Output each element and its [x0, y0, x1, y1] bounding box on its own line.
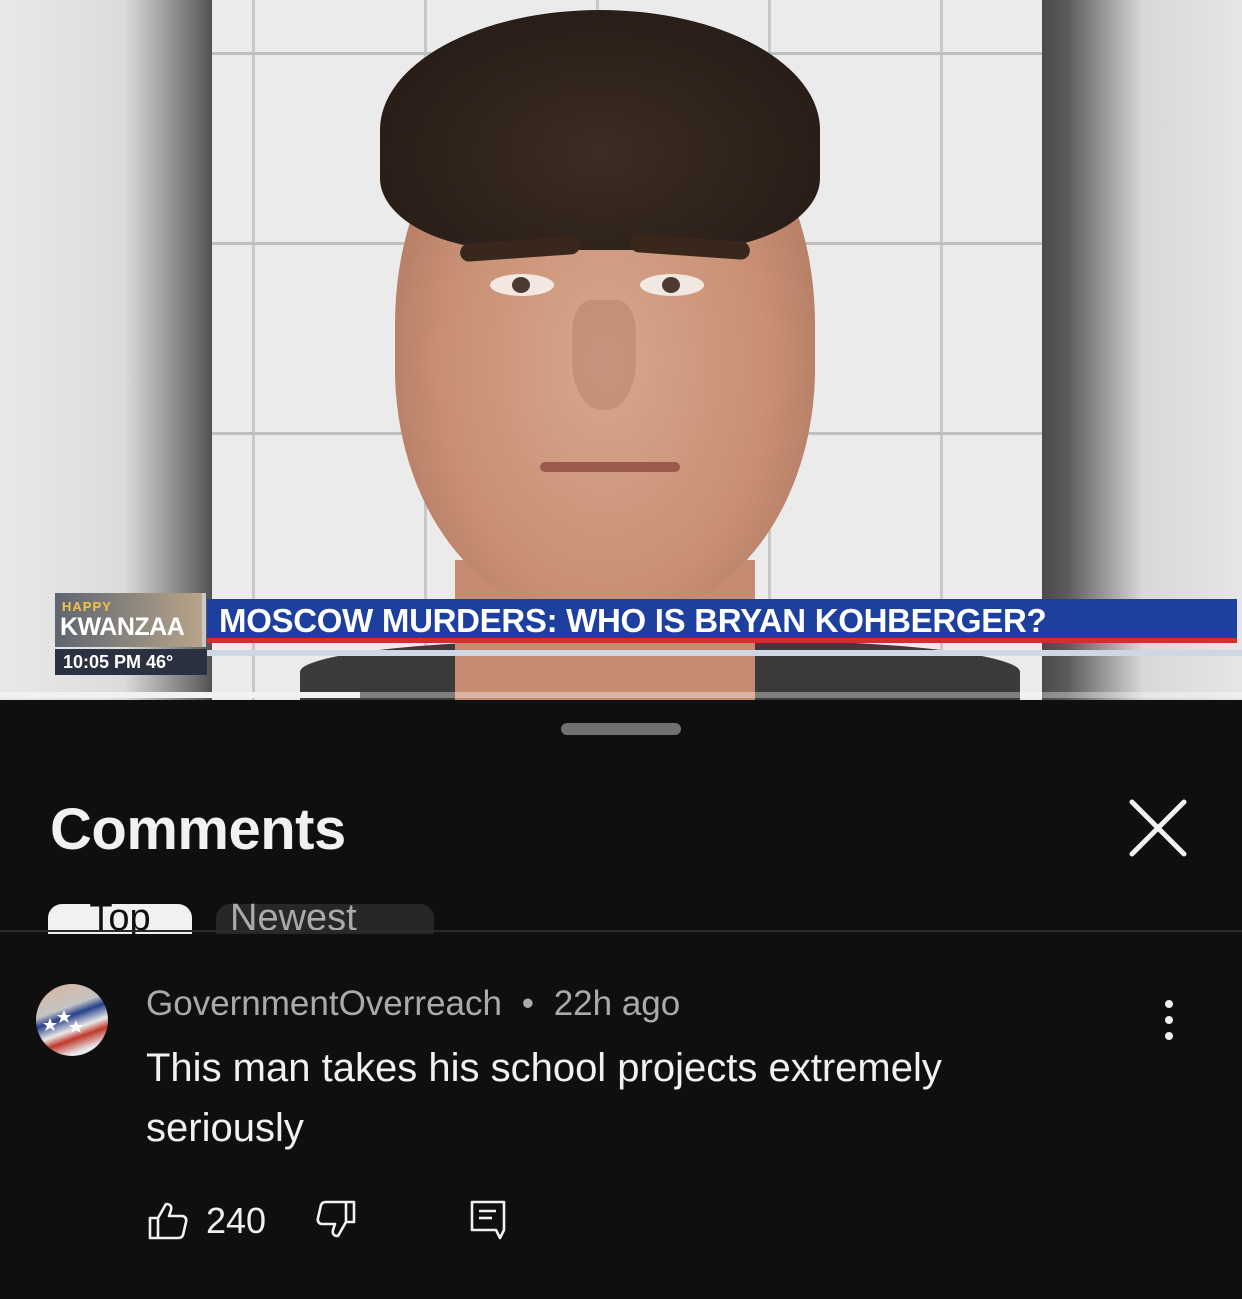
reply-icon [470, 1200, 506, 1240]
right-eye [640, 274, 704, 296]
holiday-badge: HAPPY KWANZAA [55, 593, 206, 647]
thumbs-up-icon [148, 1202, 188, 1240]
comment-more-button[interactable] [1148, 996, 1190, 1044]
sheet-drag-handle[interactable] [561, 723, 681, 735]
headline-underline [207, 650, 1242, 656]
chips-divider [0, 930, 1242, 932]
comment-author[interactable]: GovernmentOverreach [146, 984, 502, 1023]
news-headline: MOSCOW MURDERS: WHO IS BRYAN KOHBERGER? [207, 599, 1237, 643]
person-nose [572, 300, 636, 410]
comment-meta: GovernmentOverreach • 22h ago [146, 984, 680, 1024]
comments-title: Comments [50, 797, 346, 862]
holiday-badge-kwanzaa: KWANZAA [60, 613, 185, 641]
thumbs-down-icon [316, 1200, 356, 1238]
news-lower-third: HAPPY KWANZAA MOSCOW MURDERS: WHO IS BRY… [55, 593, 1242, 675]
comment-item: GovernmentOverreach • 22h ago This man t… [0, 960, 1242, 1280]
video-player[interactable]: HAPPY KWANZAA MOSCOW MURDERS: WHO IS BRY… [0, 0, 1242, 700]
holiday-badge-happy: HAPPY [62, 599, 112, 614]
reply-button[interactable] [466, 1198, 510, 1242]
left-eye [490, 274, 554, 296]
close-button[interactable] [1118, 788, 1198, 868]
meta-separator: • [521, 984, 534, 1023]
flag-avatar-icon [43, 1010, 83, 1033]
time-temperature: 10:05 PM 46° [55, 649, 207, 675]
more-vert-icon [1165, 1000, 1173, 1040]
like-button[interactable] [146, 1198, 190, 1242]
comment-time: 22h ago [553, 984, 681, 1023]
video-progress-bar[interactable] [0, 692, 1242, 698]
like-count: 240 [206, 1200, 267, 1241]
avatar[interactable] [36, 984, 108, 1056]
video-progress-fill [0, 692, 361, 698]
person-hair [380, 10, 820, 250]
dislike-button[interactable] [314, 1198, 358, 1242]
comment-actions: 240 [146, 1198, 746, 1248]
close-icon [1129, 799, 1187, 857]
person-mouth [540, 462, 680, 472]
comment-text: This man takes his school projects extre… [146, 1046, 942, 1150]
sort-chips: Top Newest [48, 900, 1242, 934]
